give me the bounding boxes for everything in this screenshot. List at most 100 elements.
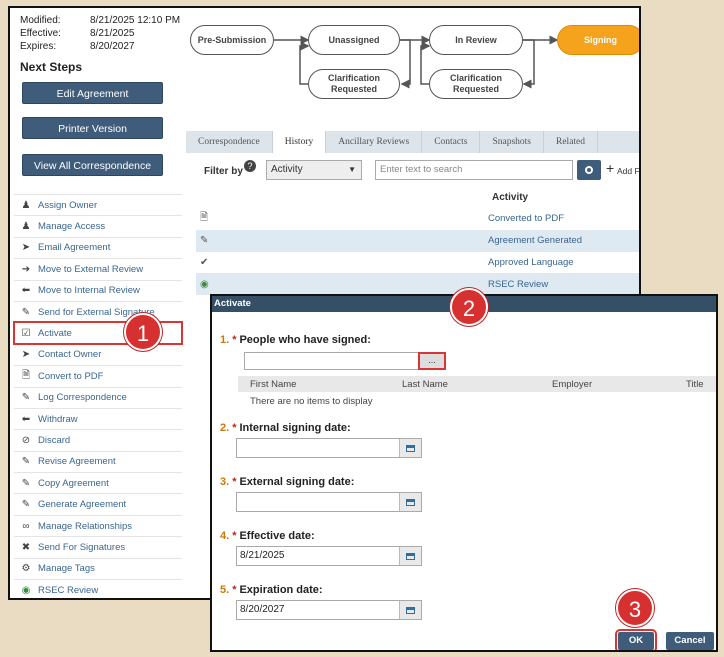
action-convert-pdf[interactable]: 🗎 Convert to PDF <box>14 365 182 386</box>
edit-icon: ✎ <box>21 392 31 404</box>
cancel-button[interactable]: Cancel <box>666 632 714 650</box>
browse-people-button[interactable]: ... <box>418 352 446 370</box>
action-label: Convert to PDF <box>38 370 104 382</box>
action-copy-agreement[interactable]: ✎ Copy Agreement <box>14 472 182 493</box>
action-label: Contact Owner <box>38 349 102 361</box>
view-all-correspondence-button[interactable]: View All Correspondence <box>22 154 163 176</box>
action-label: Discard <box>38 434 71 446</box>
tab-snapshots[interactable]: Snapshots <box>480 131 544 153</box>
expires-label: Expires: <box>20 41 57 52</box>
link-icon: ∞ <box>22 520 30 532</box>
tab-contacts[interactable]: Contacts <box>422 131 481 153</box>
people-table-header: First Name Last Name Employer Title <box>238 376 716 392</box>
field-text: Effective date: <box>239 530 315 542</box>
search-input[interactable]: Enter text to search <box>375 160 573 180</box>
send-icon: ➤ <box>21 242 31 254</box>
state-pre-submission: Pre-Submission <box>190 25 274 55</box>
person-add-icon: ♟ <box>21 199 31 211</box>
tab-ancillary-reviews[interactable]: Ancillary Reviews <box>326 131 423 153</box>
arrow-left-icon: ⬅ <box>21 285 31 297</box>
action-label: Withdraw <box>38 413 78 425</box>
external-signing-date-input[interactable] <box>236 492 422 512</box>
people-field[interactable]: ... <box>244 352 446 370</box>
gear-icon: ⚙ <box>21 563 31 575</box>
tab-bar: Correspondence History Ancillary Reviews… <box>186 131 639 153</box>
filter-select[interactable]: Activity ▼ <box>266 160 362 180</box>
column-title[interactable]: Title <box>686 379 704 390</box>
callout-2: 2 <box>450 288 488 326</box>
calendar-icon[interactable] <box>399 439 421 457</box>
table-row: ✎ Agreement Generated <box>196 229 639 252</box>
internal-signing-date-input[interactable] <box>236 438 422 458</box>
action-label: Assign Owner <box>38 199 98 211</box>
row-activity[interactable]: Converted to PDF <box>488 213 564 224</box>
column-last-name[interactable]: Last Name <box>402 379 552 390</box>
edit-icon: ✎ <box>200 235 209 247</box>
column-activity[interactable]: Activity <box>196 188 639 208</box>
printer-version-button[interactable]: Printer Version <box>22 117 163 139</box>
search-button[interactable] <box>577 160 601 180</box>
field-text: Expiration date: <box>239 584 323 596</box>
action-log-correspondence[interactable]: ✎ Log Correspondence <box>14 386 182 408</box>
required-asterisk: * <box>232 530 237 542</box>
checkbox-icon: ☑ <box>21 328 31 340</box>
effective-label: Effective: <box>20 28 61 39</box>
people-icon: ♟ <box>21 221 31 233</box>
tab-correspondence[interactable]: Correspondence <box>186 131 273 153</box>
tab-related[interactable]: Related <box>544 131 599 153</box>
row-activity[interactable]: RSEC Review <box>488 279 548 290</box>
calendar-icon[interactable] <box>399 547 421 565</box>
callout-1: 1 <box>124 313 162 351</box>
expiration-date-input[interactable]: 8/20/2027 <box>236 600 422 620</box>
action-discard[interactable]: ⊘ Discard <box>14 429 182 450</box>
arrow-left-icon: ⬅ <box>21 413 31 425</box>
action-rsec-review[interactable]: ◉ RSEC Review <box>14 579 182 598</box>
action-generate-agreement[interactable]: ✎ Generate Agreement <box>14 493 182 514</box>
action-label: Manage Tags <box>38 563 95 575</box>
calendar-icon[interactable] <box>399 493 421 511</box>
modified-value: 8/21/2025 12:10 PM <box>90 15 181 26</box>
expires-value: 8/20/2027 <box>90 41 135 52</box>
table-row: ✔ Approved Language <box>196 252 639 274</box>
field-text: External signing date: <box>239 476 355 488</box>
column-first-name[interactable]: First Name <box>250 379 402 390</box>
tools-icon: ✖ <box>21 541 31 553</box>
action-move-internal-review[interactable]: ⬅ Move to Internal Review <box>14 279 182 301</box>
action-manage-access[interactable]: ♟ Manage Access <box>14 215 182 236</box>
action-revise-agreement[interactable]: ✎ Revise Agreement <box>14 450 182 472</box>
tab-history[interactable]: History <box>272 131 327 153</box>
pdf-icon: 🗎 <box>21 369 31 381</box>
action-assign-owner[interactable]: ♟ Assign Owner <box>14 194 182 215</box>
column-employer[interactable]: Employer <box>552 379 686 390</box>
action-email-agreement[interactable]: ➤ Email Agreement <box>14 236 182 258</box>
row-activity[interactable]: Agreement Generated <box>488 235 582 246</box>
action-label: Send For Signatures <box>38 541 126 553</box>
action-manage-relationships[interactable]: ∞ Manage Relationships <box>14 514 182 536</box>
help-icon[interactable]: ? <box>244 160 256 172</box>
state-signing: Signing <box>557 25 639 55</box>
action-manage-tags[interactable]: ⚙ Manage Tags <box>14 557 182 579</box>
filter-bar: Filter by ? Activity ▼ Enter text to sear… <box>186 158 639 186</box>
add-filter-link[interactable]: Add Filter <box>617 166 639 176</box>
edit-icon: ✎ <box>21 499 31 511</box>
field-number: 2. <box>220 422 230 434</box>
ok-button[interactable]: OK <box>615 629 657 650</box>
edit-icon: ✎ <box>21 477 31 489</box>
calendar-icon[interactable] <box>399 601 421 619</box>
edit-agreement-button[interactable]: Edit Agreement <box>22 82 163 104</box>
send-icon: ➤ <box>21 349 31 361</box>
action-move-external-review[interactable]: ➔ Move to External Review <box>14 258 182 279</box>
field-people-label: 1. * People who have signed: <box>220 334 371 346</box>
date-value: 8/20/2027 <box>240 604 285 615</box>
field-internal-signing-label: 2. * Internal signing date: <box>220 422 351 434</box>
row-activity[interactable]: Approved Language <box>488 257 574 268</box>
field-external-signing-label: 3. * External signing date: <box>220 476 354 488</box>
field-text: People who have signed: <box>239 334 371 346</box>
effective-date-input[interactable]: 8/21/2025 <box>236 546 422 566</box>
action-withdraw[interactable]: ⬅ Withdraw <box>14 407 182 429</box>
field-number: 4. <box>220 530 230 542</box>
required-asterisk: * <box>232 334 237 346</box>
agreement-meta: Modified: 8/21/2025 12:10 PM Effective: 8/… <box>20 14 180 53</box>
action-send-for-signatures[interactable]: ✖ Send For Signatures <box>14 536 182 557</box>
action-contact-owner[interactable]: ➤ Contact Owner <box>14 343 182 365</box>
